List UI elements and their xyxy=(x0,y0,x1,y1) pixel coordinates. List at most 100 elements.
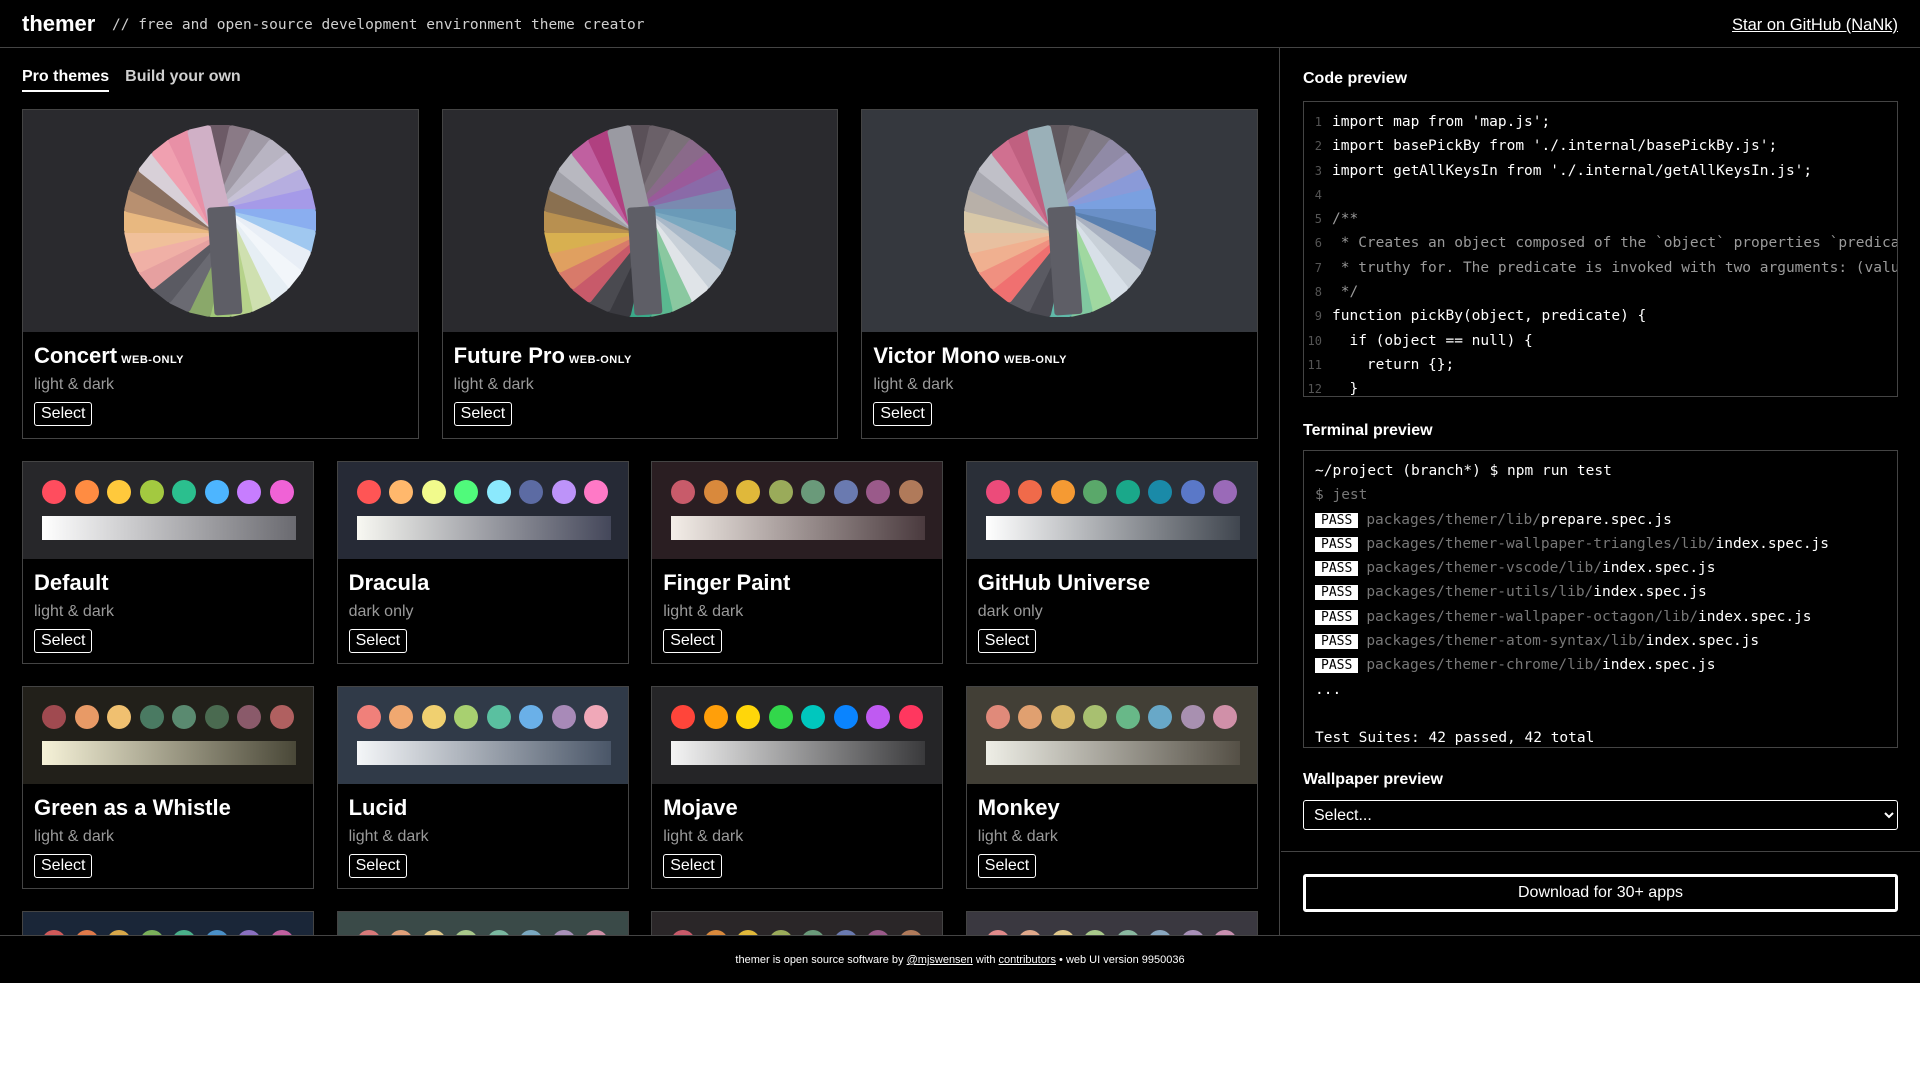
color-dot xyxy=(74,705,99,729)
code-line: 6 * Creates an object composed of the `o… xyxy=(1304,231,1897,255)
pass-badge: PASS xyxy=(1315,512,1359,528)
color-dot xyxy=(454,705,479,729)
color-dot xyxy=(237,705,261,729)
card-info: Finger Paint light & dark Select xyxy=(652,559,942,653)
theme-card-mojave[interactable]: Mojave light & dark Select xyxy=(651,686,944,889)
footer-middle: with xyxy=(972,954,999,966)
theme-name: Future Pro xyxy=(453,343,565,368)
line-number: 3 xyxy=(1314,163,1322,178)
code-preview[interactable]: 1 import map from 'map.js'; 2 import basePi… xyxy=(1303,101,1898,397)
theme-name: Default xyxy=(34,570,109,595)
color-dot xyxy=(736,705,761,729)
select-button[interactable]: Select xyxy=(873,402,932,426)
color-dot xyxy=(671,480,696,504)
theme-card-github-universe[interactable]: GitHub Universe dark only Select xyxy=(965,461,1258,664)
pro-theme-card-future-pro[interactable]: Future Pro WEB-ONLY light & dark Select xyxy=(441,109,839,439)
select-button[interactable]: Select xyxy=(34,629,93,653)
theme-card-more[interactable] xyxy=(651,911,944,935)
select-button[interactable]: Select xyxy=(663,854,722,878)
color-dots xyxy=(671,705,923,729)
select-button[interactable]: Select xyxy=(348,854,408,878)
theme-swatch xyxy=(966,912,1257,935)
pro-theme-card-victor-mono[interactable]: Victor Mono WEB-ONLY light & dark Select xyxy=(861,109,1259,439)
code-text: */ xyxy=(1332,284,1359,301)
theme-card-default[interactable]: Default light & dark Select xyxy=(22,461,314,664)
footer-version: • web UI version 9950036 xyxy=(1055,954,1185,966)
test-file: index.spec.js xyxy=(1698,608,1812,625)
code-line: 12 } xyxy=(1304,377,1897,396)
color-dot xyxy=(768,705,793,729)
test-result-line: PASS packages/themer-wallpaper-octagon/li… xyxy=(1315,605,1886,629)
terminal-ellipsis: ... xyxy=(1315,681,1342,698)
theme-name: Victor Mono xyxy=(873,343,1001,368)
download-button[interactable]: Download for 30+ apps xyxy=(1303,874,1898,912)
select-button[interactable]: Select xyxy=(34,402,93,426)
test-dir: packages/themer/lib/ xyxy=(1366,511,1541,528)
select-button[interactable]: Select xyxy=(348,629,408,653)
color-dot xyxy=(898,480,923,504)
wallpaper-select[interactable]: Select... xyxy=(1303,800,1898,830)
color-dot xyxy=(801,705,826,729)
test-file: index.spec.js xyxy=(1602,657,1716,674)
color-dot xyxy=(1018,705,1043,729)
theme-card-dracula[interactable]: Dracula dark only Select xyxy=(336,461,629,664)
code-line: 11 return {}; xyxy=(1304,353,1897,377)
color-dot xyxy=(1213,705,1238,729)
test-result-line: PASS packages/themer-vscode/lib/index.spe… xyxy=(1315,556,1886,580)
color-fan-graphic xyxy=(544,125,736,317)
theme-card-finger-paint[interactable]: Finger Paint light & dark Select xyxy=(651,461,944,664)
tab-build-your-own[interactable]: Build your own xyxy=(125,68,241,92)
tab-pro-themes[interactable]: Pro themes xyxy=(22,68,110,92)
theme-card-green-as-a-whistle[interactable]: Green as a Whistle light & dark Select xyxy=(22,686,314,889)
color-dot xyxy=(389,480,414,504)
theme-card-lucid[interactable]: Lucid light & dark Select xyxy=(336,686,629,889)
author-link[interactable]: @mjswensen xyxy=(907,954,973,966)
select-button[interactable]: Select xyxy=(977,629,1037,653)
contributors-link[interactable]: contributors xyxy=(999,954,1056,966)
shade-gradient xyxy=(671,741,926,765)
color-dot xyxy=(356,480,381,504)
color-fan-graphic xyxy=(124,125,317,317)
theme-name: Finger Paint xyxy=(663,570,791,595)
color-dot xyxy=(1180,480,1205,504)
select-button[interactable]: Select xyxy=(977,854,1037,878)
test-result-line: PASS packages/themer-atom-syntax/lib/inde… xyxy=(1315,629,1886,653)
shade-gradient xyxy=(356,516,611,540)
color-dot xyxy=(1083,480,1108,504)
shade-gradient xyxy=(671,516,926,540)
select-button[interactable]: Select xyxy=(453,402,513,426)
card-info: Lucid light & dark Select xyxy=(338,784,628,878)
color-dot xyxy=(1180,705,1205,729)
github-star-link[interactable]: Star on GitHub (NaNk) xyxy=(1732,16,1898,35)
theme-card-more[interactable] xyxy=(336,911,629,935)
code-line: 8 */ xyxy=(1304,280,1897,304)
code-text: return {}; xyxy=(1332,356,1455,373)
code-text: if (object == null) { xyxy=(1332,332,1533,349)
color-dot xyxy=(985,480,1010,504)
theme-card-monkey[interactable]: Monkey light & dark Select xyxy=(965,686,1258,889)
pro-theme-artwork xyxy=(23,110,418,332)
theme-card-more[interactable] xyxy=(22,911,314,935)
select-button[interactable]: Select xyxy=(663,629,722,653)
theme-modes: dark only xyxy=(977,603,1043,620)
pro-themes-row: Concert WEB-ONLY light & dark Select Future … xyxy=(22,109,1259,439)
color-fan-graphic xyxy=(963,125,1156,317)
pro-theme-artwork xyxy=(442,110,838,332)
code-line: 2 import basePickBy from './.internal/bas… xyxy=(1304,134,1897,158)
pro-theme-card-concert[interactable]: Concert WEB-ONLY light & dark Select xyxy=(22,109,419,439)
select-button[interactable]: Select xyxy=(34,854,93,878)
test-file: index.spec.js xyxy=(1645,633,1760,650)
terminal-preview[interactable]: ~/project (branch*) $ npm run test $ jes… xyxy=(1303,450,1898,748)
theme-card-more[interactable] xyxy=(965,911,1258,935)
line-number: 9 xyxy=(1314,309,1322,324)
color-dot xyxy=(139,705,164,729)
color-dot xyxy=(454,480,479,504)
theme-modes: light & dark xyxy=(34,603,115,620)
color-dot xyxy=(551,705,576,729)
theme-swatch xyxy=(337,687,628,784)
line-number: 1 xyxy=(1314,115,1322,129)
brand-logo[interactable]: themer xyxy=(22,11,95,37)
card-info: Future Pro WEB-ONLY light & dark Select xyxy=(443,332,838,426)
theme-swatch xyxy=(652,687,943,784)
test-dir: packages/themer-wallpaper-triangles/lib/ xyxy=(1366,535,1716,552)
